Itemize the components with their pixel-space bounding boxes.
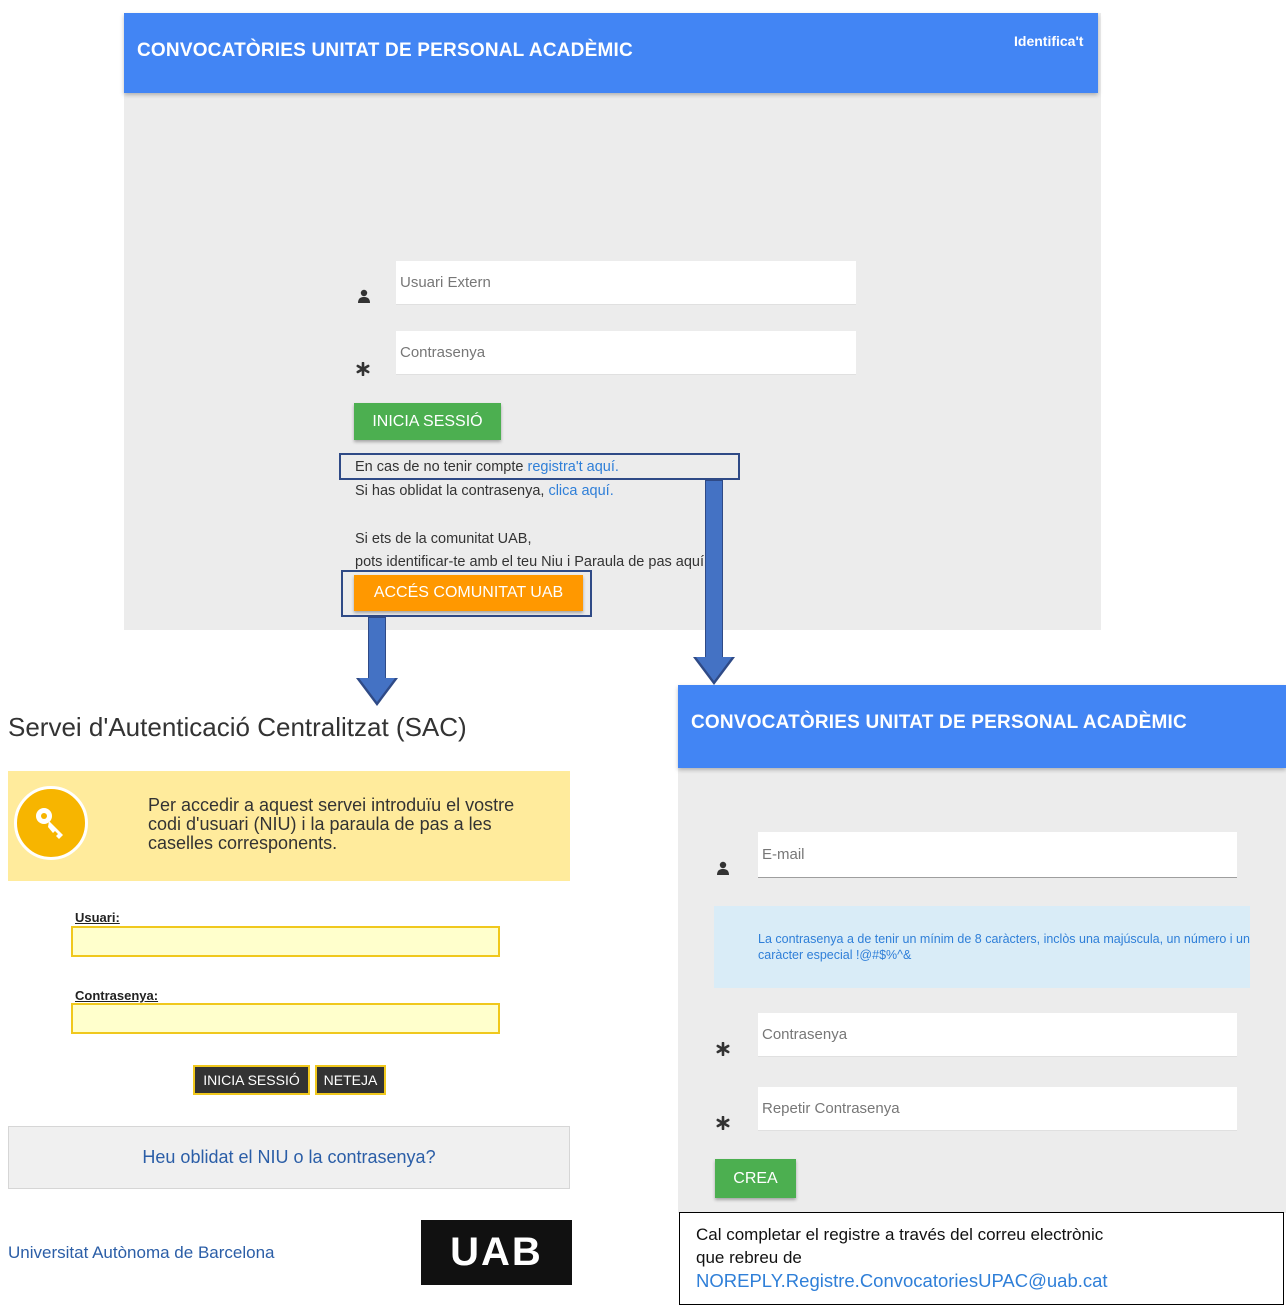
sac-forgot-link[interactable]: Heu oblidat el NIU o la contrasenya? <box>8 1126 570 1189</box>
sac-login-button[interactable]: INICIA SESSIÓ <box>193 1065 310 1095</box>
register-repeat-field[interactable] <box>758 1087 1237 1131</box>
register-password-input[interactable] <box>760 1025 1237 1044</box>
down-arrow-left-fill <box>359 678 395 702</box>
uab-access-button[interactable]: ACCÉS COMUNITAT UAB <box>354 575 583 611</box>
note-line-2: que rebreu de <box>696 1248 802 1267</box>
register-password-field[interactable] <box>758 1013 1237 1057</box>
sac-title: Servei d'Autenticació Centralitzat (SAC) <box>8 712 467 742</box>
arrow-shaft-left <box>368 617 386 680</box>
user-icon <box>357 289 371 306</box>
register-repeat-input[interactable] <box>760 1099 1237 1118</box>
top-header-title: CONVOCATÒRIES UNITAT DE PERSONAL ACADÈMI… <box>137 40 633 61</box>
uab-instruction-text: pots identificar-te amb el teu Niu i Par… <box>355 554 709 570</box>
user-field[interactable] <box>396 261 856 305</box>
register-email-field[interactable] <box>758 832 1237 878</box>
identify-link[interactable]: Identifica't <box>1014 33 1083 49</box>
sac-user-input[interactable] <box>71 926 500 957</box>
key-icon <box>14 786 88 860</box>
sac-clear-button[interactable]: NETEJA <box>315 1065 386 1095</box>
no-account-line: En cas de no tenir compte registra't aqu… <box>355 459 619 475</box>
forgot-text: Si has oblidat la contrasenya, <box>355 483 549 499</box>
note-box: Cal completar el registre a través del c… <box>679 1212 1284 1305</box>
password-rule-box: La contrasenya a de tenir un mínim de 8 … <box>714 906 1250 988</box>
register-link[interactable]: registra't aquí. <box>528 459 619 475</box>
sac-password-input[interactable] <box>71 1003 500 1034</box>
uab-logo-text: UAB <box>450 1230 543 1274</box>
password-field[interactable] <box>396 331 856 375</box>
forgot-line: Si has oblidat la contrasenya, clica aqu… <box>355 483 614 499</box>
top-login-panel <box>124 13 1101 630</box>
user-input[interactable] <box>398 273 856 292</box>
sac-info-text: Per accedir a aquest servei introduïu el… <box>148 795 515 853</box>
uab-community-text: Si ets de la comunitat UAB, <box>355 531 532 547</box>
note-email-link[interactable]: NOREPLY.Registre.ConvocatoriesUPAC@uab.c… <box>696 1269 1283 1293</box>
asterisk-icon <box>716 1115 730 1133</box>
forgot-link[interactable]: clica aquí. <box>548 483 613 499</box>
register-email-input[interactable] <box>760 845 1237 864</box>
user-icon <box>716 861 730 878</box>
note-line-1: Cal completar el registre a través del c… <box>696 1225 1104 1244</box>
uab-logo: UAB <box>421 1220 572 1285</box>
password-rule-text: La contrasenya a de tenir un mínim de 8 … <box>758 932 1250 962</box>
sac-user-label: Usuari: <box>75 910 120 925</box>
asterisk-icon <box>356 361 370 379</box>
asterisk-icon <box>716 1041 730 1059</box>
sac-password-label: Contrasenya: <box>75 988 159 1003</box>
no-account-text: En cas de no tenir compte <box>355 459 528 475</box>
arrow-shaft-right <box>705 480 723 660</box>
university-name-link[interactable]: Universitat Autònoma de Barcelona <box>8 1243 275 1263</box>
create-button[interactable]: CREA <box>715 1159 796 1198</box>
password-input[interactable] <box>398 343 856 362</box>
login-button[interactable]: INICIA SESSIÓ <box>354 403 501 440</box>
register-header-title: CONVOCATÒRIES UNITAT DE PERSONAL ACADÈMI… <box>691 712 1187 733</box>
down-arrow-right-fill <box>696 657 732 681</box>
